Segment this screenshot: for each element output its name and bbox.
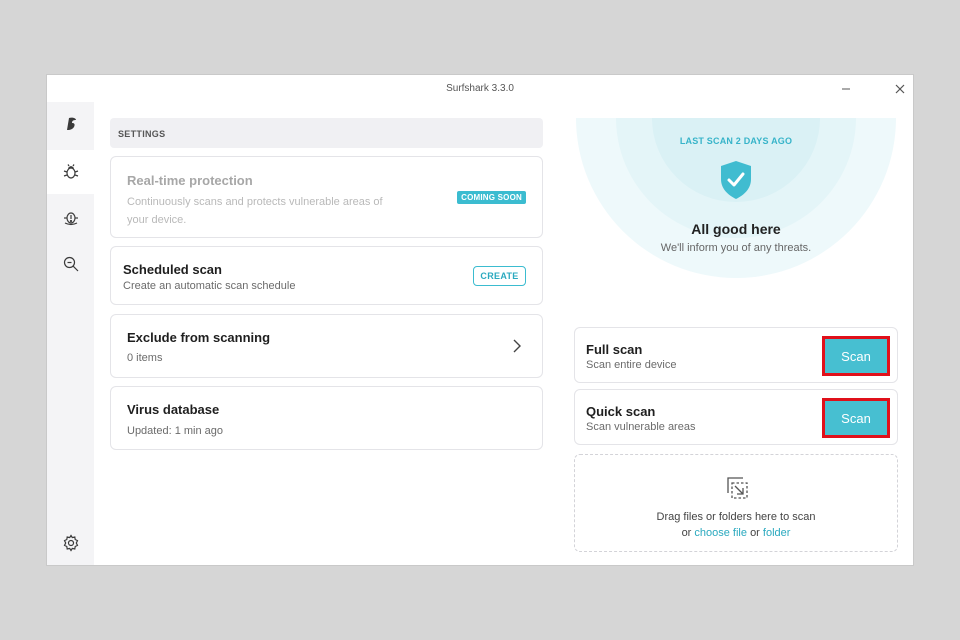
close-icon — [895, 84, 905, 94]
sidebar-item-home[interactable] — [47, 102, 94, 146]
surfshark-logo-icon — [66, 117, 76, 130]
scheduled-title: Scheduled scan — [123, 262, 222, 277]
choose-folder-link[interactable]: folder — [763, 527, 791, 539]
scheduled-subtitle: Create an automatic scan schedule — [123, 280, 296, 292]
sidebar — [47, 102, 94, 565]
bug-icon — [63, 164, 78, 179]
last-scan-label: LAST SCAN 2 DAYS AGO — [679, 136, 793, 146]
database-title: Virus database — [127, 402, 220, 417]
shield-check-icon — [721, 161, 751, 199]
sidebar-item-antivirus[interactable] — [47, 150, 94, 194]
drop-files-icon — [727, 477, 748, 499]
window-title: Surfshark 3.3.0 — [446, 83, 514, 94]
full-scan-title: Full scan — [586, 342, 643, 357]
full-scan-button[interactable]: Scan — [822, 336, 890, 376]
coming-soon-badge: COMING SOON — [457, 191, 526, 204]
realtime-protection-card: Real-time protection Continuously scans … — [110, 156, 543, 238]
sidebar-item-alert[interactable] — [47, 195, 94, 239]
database-subtitle: Updated: 1 min ago — [127, 425, 224, 437]
realtime-title: Real-time protection — [127, 173, 253, 188]
quick-scan-button[interactable]: Scan — [822, 398, 890, 438]
title-bar: Surfshark 3.3.0 — [47, 75, 913, 102]
virus-database-card: Virus database Updated: 1 min ago — [110, 386, 543, 450]
status-headline: All good here — [691, 221, 781, 237]
realtime-description-line1: Continuously scans and protects vulnerab… — [127, 196, 383, 208]
exclude-title: Exclude from scanning — [127, 330, 271, 345]
or-text: or — [750, 527, 760, 539]
quick-scan-card: Quick scan Scan vulnerable areas Scan — [574, 389, 898, 445]
create-schedule-button[interactable]: CREATE — [473, 266, 526, 286]
quick-scan-subtitle: Scan vulnerable areas — [586, 421, 696, 433]
search-icon — [63, 256, 78, 272]
minimize-icon — [842, 88, 850, 90]
sidebar-item-search[interactable] — [47, 242, 94, 286]
drop-instructions: Drag files or folders here to scan — [656, 511, 816, 523]
alert-bug-icon — [63, 212, 78, 226]
full-scan-subtitle: Scan entire device — [586, 359, 677, 371]
status-message: We'll inform you of any threats. — [660, 242, 812, 254]
minimize-button[interactable] — [835, 79, 857, 99]
full-scan-card: Full scan Scan entire device Scan — [574, 327, 898, 383]
sidebar-item-settings[interactable] — [47, 521, 94, 565]
close-button[interactable] — [889, 79, 911, 99]
settings-header: SETTINGS — [110, 118, 543, 148]
choose-file-link[interactable]: choose file — [694, 527, 747, 539]
chevron-right-icon — [513, 339, 521, 353]
scheduled-scan-card: Scheduled scan Create an automatic scan … — [110, 246, 543, 305]
app-window: Surfshark 3.3.0 SETTINGS Real-time prote… — [46, 74, 914, 566]
quick-scan-title: Quick scan — [586, 404, 656, 419]
settings-panel: SETTINGS Real-time protection Continuous… — [110, 118, 543, 450]
drop-options: or choose file or folder — [575, 527, 897, 539]
exclude-from-scanning-card[interactable]: Exclude from scanning 0 items — [110, 314, 543, 378]
gear-icon — [63, 534, 78, 552]
exclude-subtitle: 0 items — [127, 352, 163, 364]
or-text: or — [681, 527, 692, 539]
scan-status: LAST SCAN 2 DAYS AGO All good here We'll… — [574, 118, 898, 288]
realtime-description-line2: your device. — [127, 214, 187, 226]
drop-zone[interactable]: Drag files or folders here to scan or ch… — [574, 454, 898, 552]
